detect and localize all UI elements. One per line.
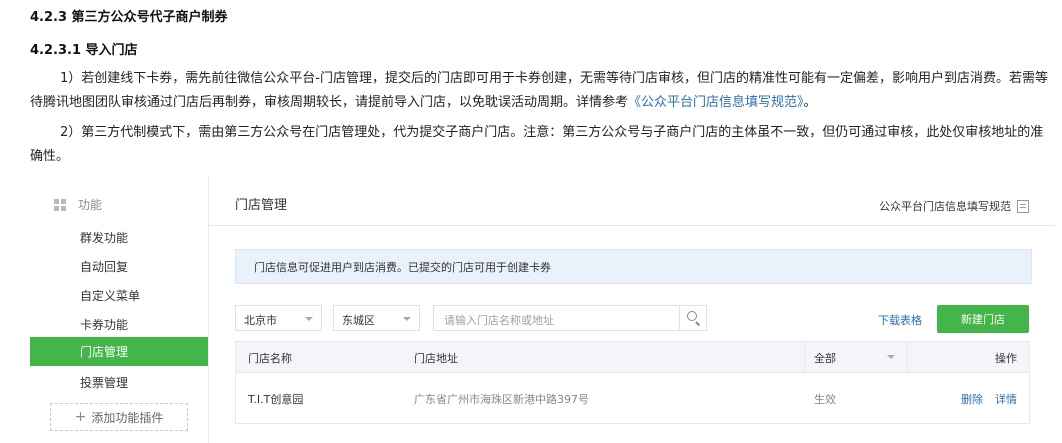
page-title: 门店管理 xyxy=(235,198,288,213)
store-name: T.I.T创意园 xyxy=(248,393,304,406)
chevron-down-icon xyxy=(305,317,313,321)
search-button[interactable] xyxy=(679,306,706,330)
main-panel: 门店管理 公众平台门店信息填写规范 门店信息可促进用户到店消费。已提交的门店可用… xyxy=(209,177,1055,443)
sidebar-item-store-management[interactable]: 门店管理 xyxy=(30,337,208,366)
divider xyxy=(209,225,1055,226)
col-store-address: 门店地址 xyxy=(414,352,458,365)
plus-icon: + xyxy=(74,409,87,425)
spec-doc-link[interactable]: 《公众平台门店信息填写规范》 xyxy=(628,95,804,110)
sidebar-item-mass-send[interactable]: 群发功能 xyxy=(80,229,128,246)
store-status: 生效 xyxy=(814,393,836,406)
table-header: 门店名称 门店地址 全部 操作 xyxy=(235,341,1030,372)
section-heading-4-2-3-1: 4.2.3.1 导入门店 xyxy=(30,43,138,58)
city-select[interactable]: 北京市 xyxy=(235,305,322,331)
paragraph-1-text: 1）若创建线下卡券，需先前往微信公众平台-门店管理，提交后的门店即可用于卡券创建… xyxy=(30,71,1048,110)
detail-link[interactable]: 详情 xyxy=(995,391,1017,407)
status-filter[interactable]: 全部 xyxy=(814,350,836,366)
district-select[interactable]: 东城区 xyxy=(333,305,420,331)
store-management-screenshot: 功能 群发功能 自动回复 自定义菜单 卡券功能 门店管理 投票管理 + 添加功能… xyxy=(30,177,1055,443)
section-heading-4-2-3: 4.2.3 第三方公众号代子商户制券 xyxy=(30,10,228,25)
new-store-button[interactable]: 新建门店 xyxy=(937,305,1029,333)
sidebar-section-header: 功能 xyxy=(54,196,102,213)
sidebar-item-auto-reply[interactable]: 自动回复 xyxy=(80,258,128,275)
col-actions: 操作 xyxy=(995,352,1017,365)
download-table-link[interactable]: 下载表格 xyxy=(878,312,922,328)
city-select-value: 北京市 xyxy=(244,314,277,327)
store-address: 广东省广州市海珠区新港中路397号 xyxy=(414,393,589,406)
search-input[interactable]: 请输入门店名称或地址 xyxy=(433,305,707,331)
col-store-name: 门店名称 xyxy=(248,352,292,365)
table-row: T.I.T创意园 广东省广州市海珠区新港中路397号 生效 删除 详情 xyxy=(235,372,1030,424)
delete-link[interactable]: 删除 xyxy=(961,391,983,407)
district-select-value: 东城区 xyxy=(342,314,375,327)
add-plugin-label: 添加功能插件 xyxy=(91,410,164,425)
chevron-down-icon xyxy=(887,355,895,359)
notice-text: 门店信息可促进用户到店消费。已提交的门店可用于创建卡券 xyxy=(254,261,551,274)
spec-guide-label: 公众平台门店信息填写规范 xyxy=(879,200,1011,213)
document-icon xyxy=(1017,199,1029,213)
grid-icon xyxy=(54,198,66,211)
store-table: 门店名称 门店地址 全部 操作 T.I.T创意园 广东省广州市海珠区新港中路39… xyxy=(235,341,1030,424)
paragraph-1-end: 。 xyxy=(803,95,817,110)
sidebar-item-voting[interactable]: 投票管理 xyxy=(80,374,128,391)
info-notice: 门店信息可促进用户到店消费。已提交的门店可用于创建卡券 xyxy=(235,249,1032,284)
divider xyxy=(804,342,805,372)
divider xyxy=(907,342,908,372)
chevron-down-icon xyxy=(403,317,411,321)
add-plugin-button[interactable]: + 添加功能插件 xyxy=(50,403,188,431)
search-icon xyxy=(687,311,697,321)
sidebar: 功能 群发功能 自动回复 自定义菜单 卡券功能 门店管理 投票管理 + 添加功能… xyxy=(30,177,209,443)
sidebar-item-label: 门店管理 xyxy=(80,345,129,359)
paragraph-1: 1）若创建线下卡券，需先前往微信公众平台-门店管理，提交后的门店即可用于卡券创建… xyxy=(30,67,1050,115)
sidebar-section-label: 功能 xyxy=(78,198,103,212)
paragraph-2: 2）第三方代制模式下，需由第三方公众号在门店管理处，代为提交子商户门店。注意：第… xyxy=(30,125,1044,164)
sidebar-item-cards[interactable]: 卡券功能 xyxy=(80,316,128,333)
search-placeholder: 请输入门店名称或地址 xyxy=(444,314,554,327)
sidebar-item-custom-menu[interactable]: 自定义菜单 xyxy=(80,287,140,304)
spec-guide-link[interactable]: 公众平台门店信息填写规范 xyxy=(879,198,1029,214)
